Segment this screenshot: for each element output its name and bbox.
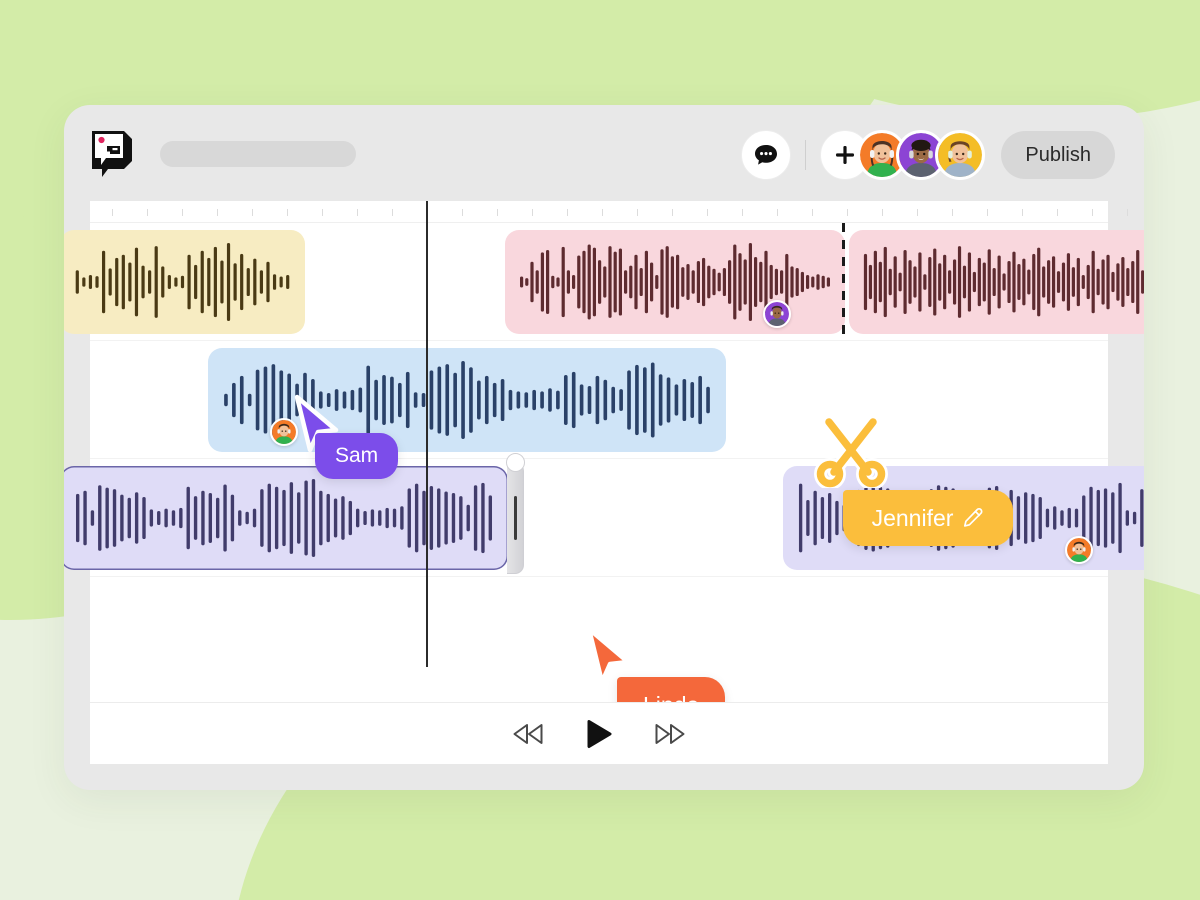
cursor-label-sam: Sam <box>315 433 399 479</box>
clip-blue-main[interactable] <box>208 348 726 452</box>
collaborator-avatars <box>857 130 986 180</box>
ruler-tick <box>882 209 883 216</box>
ruler-tick <box>532 209 533 216</box>
waveform <box>75 479 493 557</box>
ruler-tick <box>497 209 498 216</box>
ruler-tick <box>637 209 638 216</box>
header-actions: Publish <box>741 129 1115 181</box>
clip-speaker-avatar[interactable] <box>1064 536 1093 564</box>
play-button[interactable] <box>579 713 619 755</box>
ruler-tick <box>462 209 463 216</box>
playhead[interactable] <box>426 201 428 667</box>
ruler-tick <box>357 209 358 216</box>
ruler-tick <box>567 209 568 216</box>
podcast-speech-bubble-logo[interactable] <box>88 127 136 179</box>
clip-purple-left[interactable] <box>64 453 525 574</box>
ruler-tick <box>322 209 323 216</box>
header-divider <box>805 140 807 170</box>
cut-line <box>842 223 845 335</box>
ruler-tick <box>252 209 253 216</box>
ruler-tick <box>1092 209 1093 216</box>
fast-forward-icon <box>655 723 685 744</box>
chat-bubble-icon <box>755 145 778 165</box>
ruler-tick <box>847 209 848 216</box>
waveform <box>863 246 1144 318</box>
avatar[interactable] <box>935 130 986 180</box>
comments-button[interactable] <box>741 130 792 180</box>
clip-resize-handle[interactable] <box>507 462 524 574</box>
ruler-tick <box>742 209 743 216</box>
pencil-edit-icon[interactable] <box>962 507 984 529</box>
ruler-tick <box>147 209 148 216</box>
project-title-placeholder[interactable] <box>160 141 356 167</box>
publish-button[interactable]: Publish <box>1001 131 1115 179</box>
ruler-tick <box>672 209 673 216</box>
ruler-tick <box>777 209 778 216</box>
ruler-tick <box>917 209 918 216</box>
ruler-tick <box>812 209 813 216</box>
waveform <box>520 243 830 321</box>
rewind-icon <box>513 723 543 744</box>
ruler-tick <box>217 209 218 216</box>
ruler-tick <box>987 209 988 216</box>
app-header: Publish <box>64 105 1144 201</box>
cursor-label-text: Sam <box>335 444 379 467</box>
ruler-tick <box>287 209 288 216</box>
ruler-tick <box>112 209 113 216</box>
clip-resize-knob[interactable] <box>506 453 525 472</box>
transport-controls <box>90 702 1108 764</box>
ruler-tick <box>952 209 953 216</box>
ruler-tick <box>1057 209 1058 216</box>
resize-grip <box>514 496 517 540</box>
clip-pink-right[interactable] <box>849 230 1144 334</box>
ruler-tick <box>1022 209 1023 216</box>
timeline-editor: Jennifer Sam Linda <box>64 201 1144 764</box>
rewind-button[interactable] <box>505 716 551 752</box>
ruler-tick <box>707 209 708 216</box>
ruler-tick <box>1127 209 1128 216</box>
selection-label-text: Jennifer <box>871 504 954 531</box>
waveform <box>75 243 290 321</box>
app-window: Publish Jennifer Sam <box>64 105 1144 790</box>
scissors-cut-icon[interactable] <box>812 410 890 493</box>
ruler-tick <box>602 209 603 216</box>
timeline-ruler[interactable] <box>90 201 1128 223</box>
clip-yellow-intro[interactable] <box>64 230 305 334</box>
fast-forward-button[interactable] <box>647 716 693 752</box>
plus-icon <box>836 146 855 164</box>
selection-label-jennifer[interactable]: Jennifer <box>843 490 1013 546</box>
play-icon <box>587 719 612 748</box>
ruler-tick <box>392 209 393 216</box>
clip-pink-left[interactable] <box>505 230 845 334</box>
ruler-tick <box>182 209 183 216</box>
